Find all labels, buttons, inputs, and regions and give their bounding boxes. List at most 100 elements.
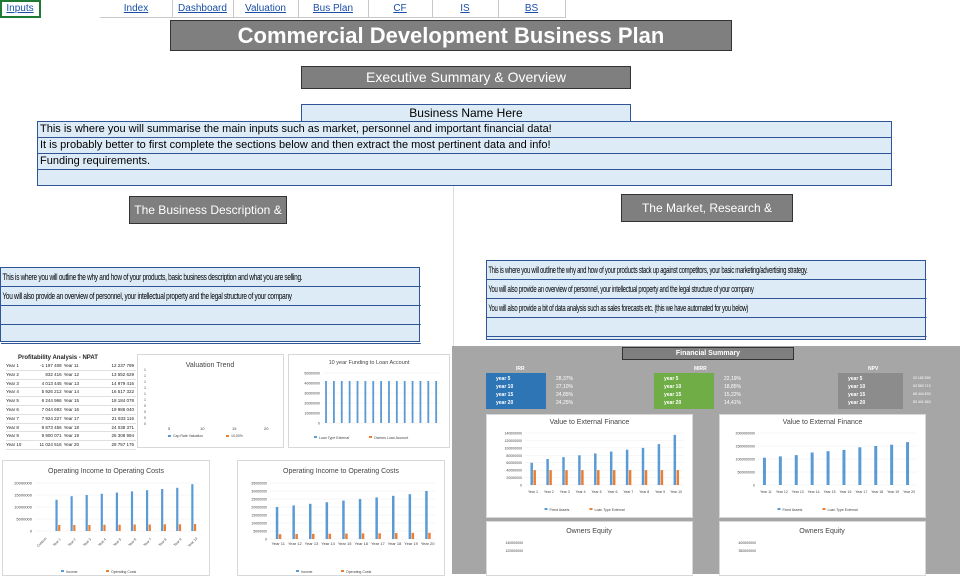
x-tick-label: 10 [200,426,205,431]
nav-tab-dashboard[interactable]: Dashboard [172,0,234,18]
text-row[interactable]: Funding requirements. [38,154,891,170]
y-tick-label: 20000000 [251,506,267,510]
nav-tab-index[interactable]: Index [100,0,173,18]
legend-label: Income [301,570,313,574]
x-tick-label: Year 7 [623,490,633,494]
nav-tab-bs[interactable]: BS [498,0,566,18]
sheet-nav-bar: Inputs Index Dashboard Valuation Bus Plan CF I… [0,0,566,18]
text-row[interactable]: This is where you will outline the why a… [1,268,421,287]
fs-value: 22,19% [724,376,741,382]
legend-swatch [777,508,781,510]
y-tick-label: 0 [753,484,755,488]
table-row: Year 3 4 013 445 Year 13 14 979 416 [6,380,136,389]
text-row[interactable]: You will also provide a bit of data anal… [487,299,927,318]
table-row: Year 5 6 244 966 Year 15 18 184 078 [6,397,136,406]
bar-secondary [148,524,151,531]
bar-secondary [676,470,680,485]
bar-primary [380,381,382,423]
bar-secondary [345,533,348,539]
text-row[interactable]: It is probably better to first complete … [38,138,891,154]
text-row[interactable]: You will also provide an overview of per… [1,287,421,306]
y-tick-label: 120000000 [505,549,523,553]
bar-primary [292,505,295,539]
business-name-field[interactable]: Business Name Here [301,104,631,122]
text-row[interactable] [1,306,421,325]
bar-primary [333,381,335,423]
chart-title: 10 year Funding to Loan Account [329,360,410,366]
x-tick-label: Year 12 [288,541,302,546]
bar-primary [890,444,894,485]
chart-title: Value to External Finance [550,419,630,426]
valuation-trend-chart: Valuation Trend 1 1 1 1 1 1 0 0 0 0 5 10 15 20 Cap Rate… [137,354,284,448]
bar-primary [427,381,430,423]
x-tick-label: 20 [264,426,269,431]
x-tick-label: Year 13 [305,541,319,546]
text-row[interactable]: You will also provide an overview of per… [487,280,927,299]
chart-title: Valuation Trend [186,362,235,369]
bar-secondary [163,524,166,531]
x-tick-label: Year 13 [792,490,804,494]
y-tick-label: 0 [318,422,320,426]
y-tick-label: 0 [144,422,146,426]
fs-value: 24,85% [556,392,573,398]
table-row: Year 1 -1 197 408 Year 11 12 237 799 [6,362,136,371]
y-tick-label: 140000000 [505,541,523,545]
nav-tab-inputs[interactable]: Inputs [0,0,41,18]
fs-label: year 15 [848,392,866,398]
y-tick-label: 1 [144,386,146,390]
nav-tab-valuation[interactable]: Valuation [233,0,299,18]
bar-primary [325,502,329,539]
table-cell: 13 552 629 [111,371,134,377]
bar-primary [70,496,73,531]
text-row[interactable]: This is where you will outline the why a… [487,261,927,280]
business-description-box[interactable]: This is where you will outline the why a… [0,267,421,344]
table-cell: Year 12 [63,371,80,377]
executive-summary-box[interactable]: This is where you will summarise the mai… [37,121,892,186]
nav-tab-is[interactable]: IS [432,0,499,18]
bar-primary [325,381,327,423]
value-external-finance-chart-1: Value to External Finance 140000000 120000… [486,414,693,518]
x-tick-label: Year 19 [404,541,418,546]
y-tick-label: 40000000 [304,382,320,386]
nav-tab-cf[interactable]: CF [368,0,433,18]
table-row: Year 8 8 873 456 Year 18 24 038 371 [6,424,136,433]
text-row[interactable] [487,318,927,337]
y-tick-label: 0 [144,404,146,408]
bar-primary [372,381,375,423]
bar-secondary [312,533,315,539]
bar-primary [794,455,798,485]
table-cell: 16 517 322 [111,389,134,395]
x-tick-label: Custom [36,537,47,548]
x-tick-label: Year 14 [321,541,335,546]
market-research-box[interactable]: This is where you will outline the why a… [486,260,927,340]
chart-title: Owners Equity [566,528,612,535]
fs-block-irr: IRR year 5 year 10 year 15 year 20 28,37% 27,1… [486,366,596,410]
fs-value: 68 444 633 [913,392,931,396]
y-tick-label: 10000000 [251,522,267,526]
fs-label: year 15 [496,392,514,398]
y-tick-label: 100000000 [504,446,522,450]
bar-primary [419,381,422,423]
chart-title: Operating Income to Operating Costs [48,468,164,475]
bar-primary [100,493,103,531]
legend-swatch [226,435,229,437]
text-row[interactable] [38,170,891,186]
fs-value: 15,22% [724,392,741,398]
bar-secondary [628,470,632,485]
table-cell: 9 900 071 [41,433,62,439]
fs-label: year 20 [496,400,514,406]
x-tick-label: Year 4 [576,490,586,494]
y-tick-label: 20000000 [304,402,320,406]
bar-primary [408,494,412,539]
x-tick-label: Year 20 [903,490,915,494]
bar-primary [411,381,414,423]
y-tick-label: 30000000 [304,392,320,396]
nav-tab-bus-plan[interactable]: Bus Plan [298,0,369,18]
text-row[interactable]: This is where you will summarise the mai… [38,122,891,138]
x-tick-label: Year 7 [143,537,153,547]
table-cell: Year 19 [63,433,80,439]
table-row: Year 2 832 416 Year 12 13 552 629 [6,371,136,380]
text-row[interactable] [1,325,421,344]
bar-primary [826,451,830,485]
fs-label: year 15 [664,392,682,398]
